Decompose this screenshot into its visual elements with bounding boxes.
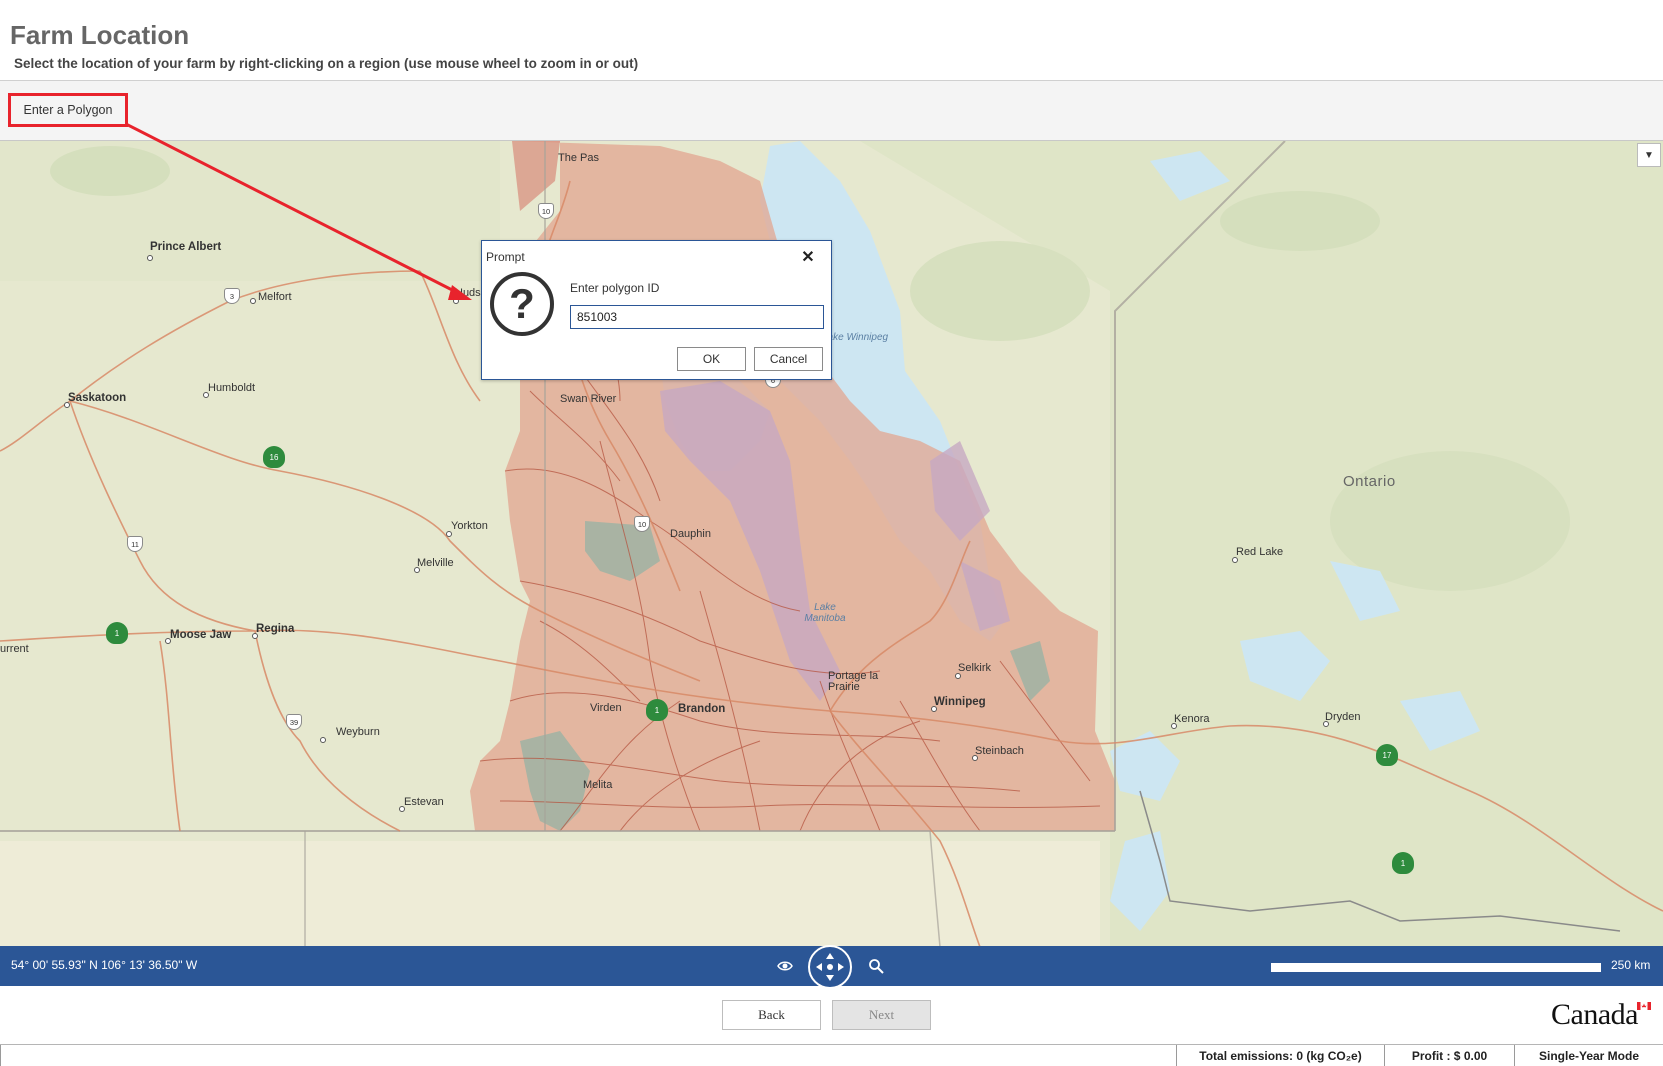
map-label-dauphin: Dauphin <box>670 528 711 540</box>
map-label-portage: Portage la Prairie <box>828 670 879 693</box>
city-dot <box>414 567 420 573</box>
map-label-virden: Virden <box>590 702 622 714</box>
map-label-saskatoon: Saskatoon <box>68 392 127 404</box>
dialog-title: Prompt <box>486 250 525 264</box>
highway-1-shield: 1 <box>106 622 128 644</box>
map-status-bar: 54° 00' 55.93" N 106° 13' 36.50" W 250 k… <box>0 945 1663 989</box>
map-label-regina: Regina <box>256 623 295 635</box>
footer-edge <box>0 1045 1 1066</box>
profit-display: Profit : $ 0.00 <box>1384 1045 1514 1066</box>
total-emissions: Total emissions: 0 (kg CO₂e) <box>1176 1045 1384 1066</box>
cursor-coordinates: 54° 00' 55.93" N 106° 13' 36.50" W <box>11 958 198 972</box>
prompt-dialog: Prompt ✕ ? Enter polygon ID OK Cancel <box>481 240 832 380</box>
cancel-button[interactable]: Cancel <box>754 347 823 371</box>
city-dot <box>972 755 978 761</box>
city-dot <box>399 806 405 812</box>
map-label-brandon: Brandon <box>678 703 726 715</box>
highway-39-shield: 39 <box>286 714 302 730</box>
map-label-lake-manitoba: Lake Manitoba <box>804 602 846 624</box>
city-dot <box>931 706 937 712</box>
dialog-prompt-label: Enter polygon ID <box>570 281 660 295</box>
layer-toggle-button[interactable]: ▼ <box>1637 143 1661 167</box>
next-button[interactable]: Next <box>832 1000 931 1030</box>
page-title: Farm Location <box>10 20 190 50</box>
highway-17-shield: 17 <box>1376 744 1398 766</box>
close-icon[interactable]: ✕ <box>798 247 818 267</box>
canada-wordmark: Canada <box>1551 998 1638 1031</box>
polygon-id-input[interactable] <box>570 305 824 329</box>
city-dot <box>1232 557 1238 563</box>
highway-17-shield: 1 <box>1392 852 1414 874</box>
highway-10-shield: 10 <box>634 516 650 532</box>
zoom-icon[interactable] <box>866 956 886 976</box>
map-label-current: urrent <box>0 643 29 655</box>
map-label-selkirk: Selkirk <box>958 662 992 674</box>
map-label-dryden: Dryden <box>1325 711 1361 723</box>
page-subtitle: Select the location of your farm by righ… <box>14 56 639 71</box>
map-label-moose-jaw: Moose Jaw <box>170 629 232 641</box>
city-dot <box>64 402 70 408</box>
highway-11-shield: 11 <box>127 536 143 552</box>
city-dot <box>203 392 209 398</box>
back-button[interactable]: Back <box>722 1000 821 1030</box>
map-label-kenora: Kenora <box>1174 713 1210 725</box>
highway-10-shield: 10 <box>538 203 554 219</box>
highway-1-shield: 1 <box>646 699 668 721</box>
map-label-steinbach: Steinbach <box>975 745 1024 757</box>
map-label-hudson: Huds <box>455 287 481 299</box>
map-label-ontario: Ontario <box>1343 473 1396 490</box>
scale-label: 250 km <box>1611 958 1651 972</box>
mode-indicator: Single-Year Mode <box>1514 1045 1663 1066</box>
city-dot <box>1323 721 1329 727</box>
app-window: Farm Location Select the location of you… <box>0 0 1663 1066</box>
city-dot <box>165 638 171 644</box>
map-label-humboldt: Humboldt <box>208 382 256 394</box>
map-label-melville: Melville <box>417 557 454 569</box>
map-label-prince-albert: Prince Albert <box>150 241 222 253</box>
pan-control[interactable] <box>808 945 852 989</box>
city-dot <box>320 737 326 743</box>
ok-button[interactable]: OK <box>677 347 746 371</box>
map-label-estevan: Estevan <box>404 796 444 808</box>
map-label-winnipeg: Winnipeg <box>934 696 986 708</box>
highway-16-shield: 16 <box>263 446 285 468</box>
city-dot <box>955 673 961 679</box>
canada-flag-icon <box>1637 1002 1651 1010</box>
map-label-yorkton: Yorkton <box>451 520 488 532</box>
city-dot <box>446 531 452 537</box>
enter-polygon-button[interactable]: Enter a Polygon <box>8 93 128 127</box>
map-label-red-lake: Red Lake <box>1236 546 1284 558</box>
city-dot <box>252 633 258 639</box>
city-dot <box>453 298 459 304</box>
map-label-melfort: Melfort <box>258 291 292 303</box>
map-label-the-pas: The Pas <box>558 152 599 164</box>
toolbar: Enter a Polygon <box>0 81 1663 140</box>
eye-icon[interactable] <box>775 956 795 976</box>
status-footer: Total emissions: 0 (kg CO₂e) Profit : $ … <box>0 1044 1663 1066</box>
map-label-melita: Melita <box>583 779 613 791</box>
city-dot <box>1171 723 1177 729</box>
map-label-swan-river: Swan River <box>560 393 617 405</box>
question-icon: ? <box>490 272 554 336</box>
map-label-weyburn: Weyburn <box>336 726 380 738</box>
city-dot <box>250 298 256 304</box>
city-dot <box>147 255 153 261</box>
scale-bar <box>1271 963 1601 972</box>
highway-3-shield: 3 <box>224 288 240 304</box>
